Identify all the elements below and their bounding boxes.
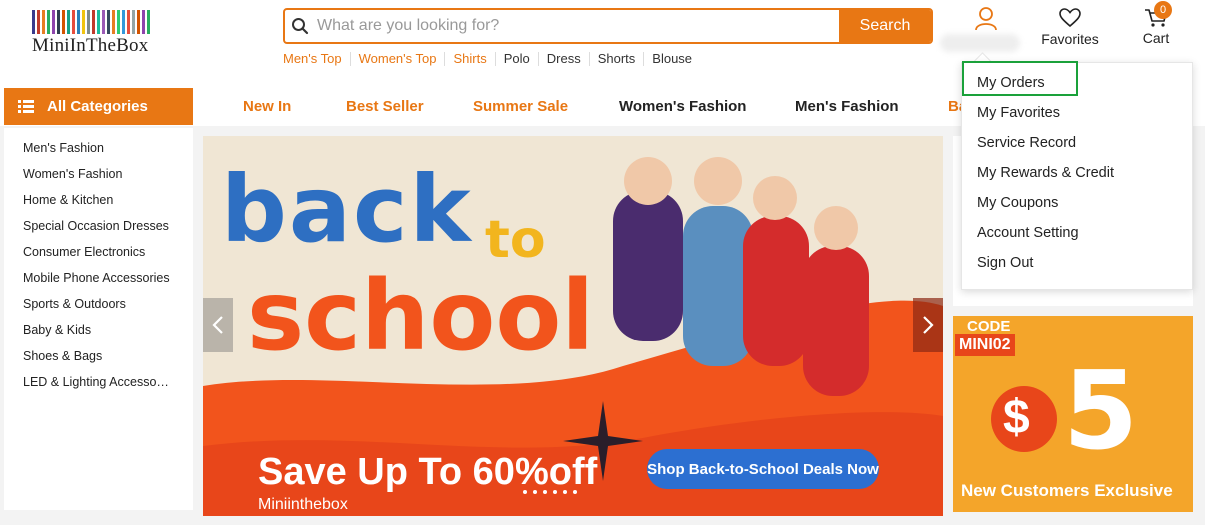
logo-stripe — [112, 10, 115, 34]
chevron-left-icon — [212, 316, 223, 334]
logo-stripe — [87, 10, 90, 34]
category-mobile-accessories[interactable]: Mobile Phone Accessories — [4, 265, 173, 291]
search-input[interactable] — [315, 10, 839, 42]
banner-brand-caption: Miniinthebox — [258, 496, 348, 513]
menu-item-rewards-credit[interactable]: My Rewards & Credit — [977, 165, 1114, 181]
hot-search-link[interactable]: Men's Top — [283, 52, 350, 66]
all-categories-label: All Categories — [47, 98, 148, 115]
logo[interactable]: MiniInTheBox — [32, 10, 164, 57]
my-orders-highlight — [962, 61, 1078, 96]
all-categories-button[interactable]: All Categories — [4, 88, 193, 125]
cart-count-badge: 0 — [1154, 1, 1172, 19]
username-blurred — [940, 34, 1020, 52]
category-shoes-bags[interactable]: Shoes & Bags — [4, 343, 173, 369]
hot-search-link[interactable]: Shirts — [444, 52, 494, 66]
chevron-right-icon — [923, 316, 934, 334]
carousel-dot[interactable] — [523, 490, 527, 494]
carousel-next-arrow[interactable] — [913, 298, 943, 352]
nav-summer-sale[interactable]: Summer Sale — [473, 98, 568, 115]
cart-button[interactable]: 0 Cart — [1134, 1, 1178, 46]
menu-item-account-setting[interactable]: Account Setting — [977, 225, 1079, 241]
logo-stripe — [32, 10, 35, 34]
hot-search-link[interactable]: Dress — [537, 52, 589, 66]
logo-stripe — [127, 10, 130, 34]
hero-banner[interactable]: back to school Save Up To 60%off Miniint… — [203, 136, 943, 516]
carousel-dot[interactable] — [573, 490, 577, 494]
nav-new-in[interactable]: New In — [243, 98, 291, 115]
menu-item-my-coupons[interactable]: My Coupons — [977, 195, 1058, 211]
hot-search-link[interactable]: Blouse — [643, 52, 700, 66]
nav-best-seller[interactable]: Best Seller — [346, 98, 424, 115]
carousel-dot[interactable] — [543, 490, 547, 494]
carousel-prev-arrow[interactable] — [203, 298, 233, 352]
user-icon — [975, 7, 997, 31]
category-consumer-electronics[interactable]: Consumer Electronics — [4, 239, 173, 265]
banner-title-to: to — [485, 210, 546, 270]
search-bar: Search — [283, 8, 933, 44]
logo-stripe — [122, 10, 125, 34]
logo-stripe — [97, 10, 100, 34]
category-sidebar: Men's Fashion Women's Fashion Home & Kit… — [4, 128, 193, 510]
logo-stripes — [32, 10, 164, 34]
heart-icon — [1059, 8, 1081, 28]
cart-label: Cart — [1142, 30, 1170, 46]
category-sports-outdoors[interactable]: Sports & Outdoors — [4, 291, 173, 317]
menu-item-sign-out[interactable]: Sign Out — [977, 255, 1033, 271]
carousel-dot[interactable] — [563, 490, 567, 494]
logo-stripe — [132, 10, 135, 34]
coupon-caption: New Customers Exclusive — [961, 481, 1173, 500]
banner-headline: Save Up To 60%off — [258, 451, 598, 493]
logo-stripe — [57, 10, 60, 34]
hot-searches: Men's Top Women's Top Shirts Polo Dress … — [283, 52, 700, 66]
logo-stripe — [147, 10, 150, 34]
search-icon — [285, 10, 315, 42]
logo-stripe — [92, 10, 95, 34]
hot-search-link[interactable]: Polo — [494, 52, 538, 66]
hot-search-link[interactable]: Shorts — [588, 52, 644, 66]
nav-mens-fashion[interactable]: Men's Fashion — [795, 98, 899, 115]
logo-stripe — [47, 10, 50, 34]
banner-title-school: school — [247, 260, 595, 372]
category-led-lighting[interactable]: LED & Lighting Accessories — [4, 369, 173, 395]
logo-stripe — [77, 10, 80, 34]
category-special-occasion[interactable]: Special Occasion Dresses — [4, 213, 173, 239]
menu-item-service-record[interactable]: Service Record — [977, 135, 1076, 151]
category-womens-fashion[interactable]: Women's Fashion — [4, 161, 173, 187]
carousel-dot[interactable] — [533, 490, 537, 494]
category-baby-kids[interactable]: Baby & Kids — [4, 317, 173, 343]
account-button[interactable] — [940, 6, 1020, 52]
coupon-amount-symbol: $ — [1003, 391, 1030, 444]
banner-cta-button[interactable]: Shop Back-to-School Deals Now — [647, 449, 879, 489]
menu-item-my-favorites[interactable]: My Favorites — [977, 105, 1060, 121]
logo-stripe — [37, 10, 40, 34]
logo-text: MiniInTheBox — [32, 35, 149, 56]
logo-stripe — [117, 10, 120, 34]
nav-womens-fashion[interactable]: Women's Fashion — [619, 98, 746, 115]
logo-stripe — [52, 10, 55, 34]
logo-stripe — [137, 10, 140, 34]
logo-stripe — [142, 10, 145, 34]
coupon-code-value: MINI02 — [955, 334, 1015, 356]
logo-stripe — [102, 10, 105, 34]
account-dropdown-menu: My Orders My Favorites Service Record My… — [961, 62, 1193, 290]
carousel-dot[interactable] — [553, 490, 557, 494]
logo-stripe — [42, 10, 45, 34]
coupon-amount-value: 5 — [1063, 349, 1139, 474]
logo-stripe — [67, 10, 70, 34]
logo-stripe — [62, 10, 65, 34]
favorites-button[interactable]: Favorites — [1040, 8, 1100, 47]
logo-stripe — [72, 10, 75, 34]
search-button[interactable]: Search — [839, 10, 931, 42]
coupon-banner[interactable]: CODE MINI02 $ 5 New Customers Exclusive — [953, 316, 1193, 512]
banner-title-back: back — [221, 156, 473, 263]
logo-stripe — [107, 10, 110, 34]
favorites-label: Favorites — [1041, 31, 1099, 47]
hot-search-link[interactable]: Women's Top — [349, 52, 445, 66]
category-mens-fashion[interactable]: Men's Fashion — [4, 135, 173, 161]
logo-stripe — [82, 10, 85, 34]
menu-icon — [18, 100, 34, 113]
coupon-code-label: CODE — [967, 318, 1011, 335]
carousel-dots — [523, 490, 577, 494]
category-home-kitchen[interactable]: Home & Kitchen — [4, 187, 173, 213]
